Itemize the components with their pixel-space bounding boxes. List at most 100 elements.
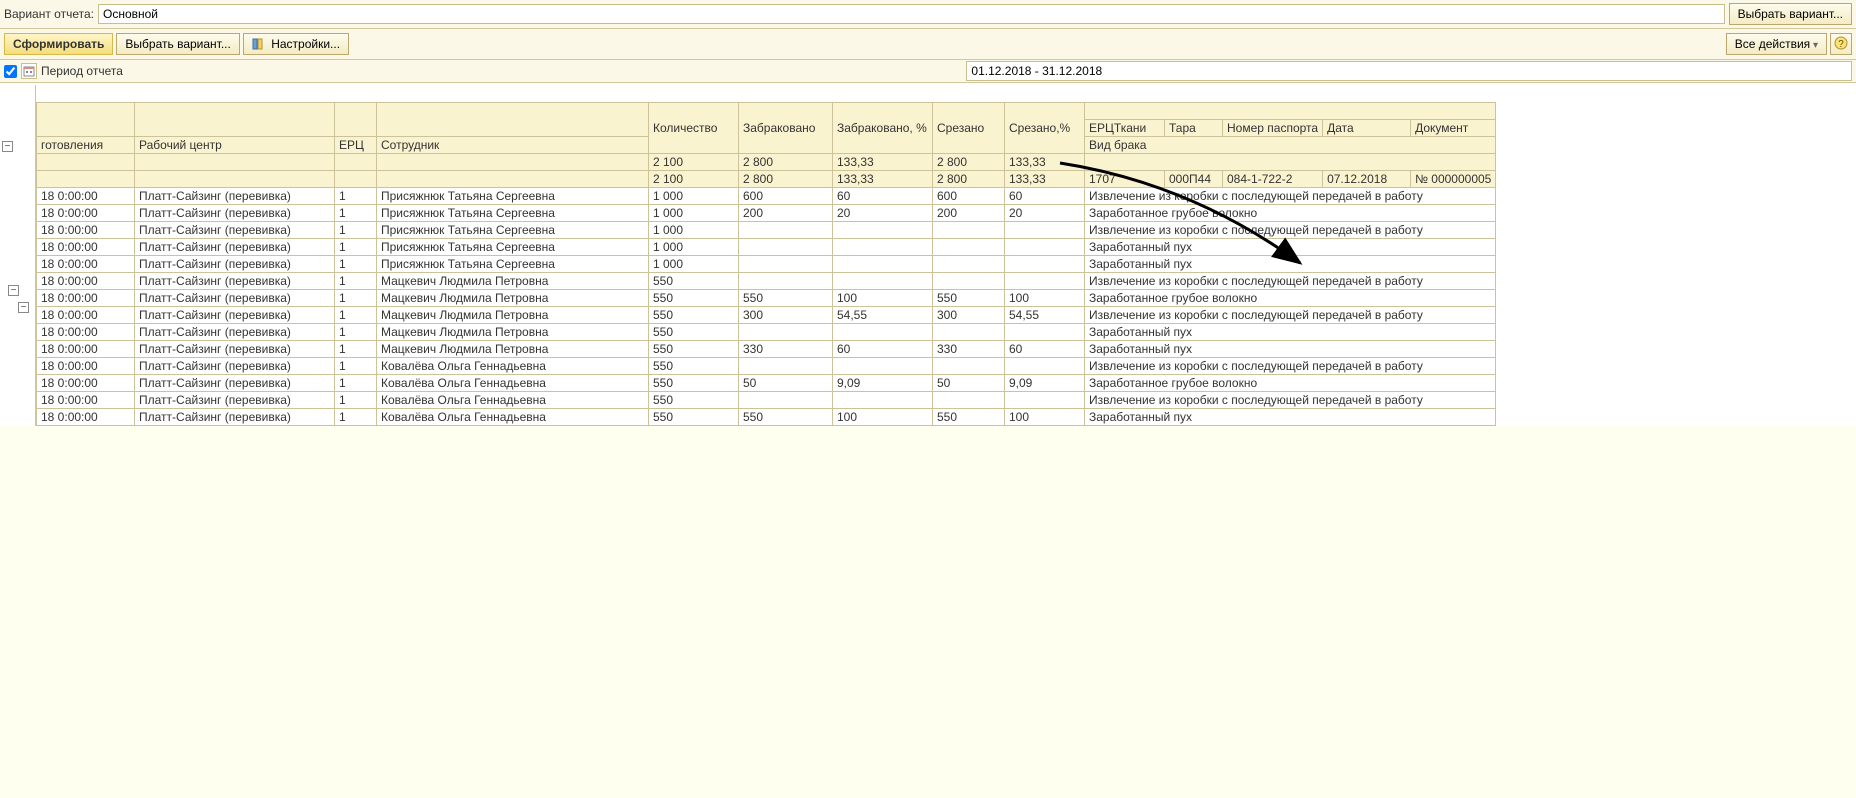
cell-rejp: [833, 255, 933, 272]
header-vid-braka: Вид брака: [1085, 136, 1496, 153]
total1-cut: 2 800: [933, 153, 1005, 170]
cell-rej: 50: [739, 374, 833, 391]
header-emp-blank: [377, 102, 649, 136]
table-row[interactable]: 18 0:00:00Платт-Сайзинг (перевивка)1Мацк…: [37, 289, 1496, 306]
cell-erc: 1: [335, 255, 377, 272]
period-input[interactable]: [966, 61, 1852, 81]
table-row[interactable]: 18 0:00:00Платт-Сайзинг (перевивка)1Мацк…: [37, 340, 1496, 357]
cell-erc: 1: [335, 289, 377, 306]
cell-qty: 550: [649, 306, 739, 323]
table-row[interactable]: 18 0:00:00Платт-Сайзинг (перевивка)1Прис…: [37, 221, 1496, 238]
cell-emp: Присяжнюк Татьяна Сергеевна: [377, 204, 649, 221]
table-row[interactable]: 18 0:00:00Платт-Сайзинг (перевивка)1Прис…: [37, 238, 1496, 255]
cell-erc: 1: [335, 323, 377, 340]
cell-center: Платт-Сайзинг (перевивка): [135, 340, 335, 357]
cell-rej: [739, 238, 833, 255]
cell-rejp: [833, 323, 933, 340]
report-table[interactable]: Количество Забраковано Забраковано, % Ср…: [36, 85, 1496, 426]
header-cut: Срезано: [933, 102, 1005, 153]
cell-defect-type: Извлечение из коробки с последующей пере…: [1085, 272, 1496, 289]
cell-qty: 550: [649, 272, 739, 289]
help-button[interactable]: ?: [1830, 33, 1852, 55]
total2-rejp: 133,33: [833, 170, 933, 187]
cell-rejp: [833, 357, 933, 374]
cell-rejp: 54,55: [833, 306, 933, 323]
table-row[interactable]: 18 0:00:00Платт-Сайзинг (перевивка)1Кова…: [37, 374, 1496, 391]
all-actions-button[interactable]: Все действия: [1726, 33, 1827, 55]
header-doc: Документ: [1411, 119, 1496, 136]
cell-cutp: 100: [1005, 408, 1085, 425]
settings-icon: [252, 37, 266, 51]
cell-defect-type: Заработанное грубое волокно: [1085, 204, 1496, 221]
cell-defect-type: Заработанный пух: [1085, 340, 1496, 357]
calendar-icon[interactable]: [21, 63, 37, 79]
cell-emp: Ковалёва Ольга Геннадьевна: [377, 391, 649, 408]
collapse-box-1[interactable]: −: [2, 141, 13, 152]
cell-rej: [739, 255, 833, 272]
cell-rej: 550: [739, 408, 833, 425]
header-cutp: Срезано,%: [1005, 102, 1085, 153]
collapse-box-3[interactable]: −: [18, 302, 29, 313]
total2-date: 07.12.2018: [1323, 170, 1411, 187]
total1-qty: 2 100: [649, 153, 739, 170]
cell-erc: 1: [335, 187, 377, 204]
cell-emp: Мацкевич Людмила Петровна: [377, 323, 649, 340]
table-row[interactable]: 18 0:00:00Платт-Сайзинг (перевивка)1Мацк…: [37, 323, 1496, 340]
variant-input[interactable]: [98, 4, 1725, 24]
cell-cutp: 54,55: [1005, 306, 1085, 323]
cell-cutp: 60: [1005, 187, 1085, 204]
cell-date: 18 0:00:00: [37, 391, 135, 408]
cell-rej: 300: [739, 306, 833, 323]
cell-cut: [933, 323, 1005, 340]
cell-emp: Мацкевич Людмила Петровна: [377, 272, 649, 289]
cell-qty: 550: [649, 374, 739, 391]
variant-bar: Вариант отчета: Выбрать вариант...: [0, 0, 1856, 29]
form-button[interactable]: Сформировать: [4, 33, 113, 55]
cell-qty: 550: [649, 323, 739, 340]
cell-center: Платт-Сайзинг (перевивка): [135, 221, 335, 238]
cell-emp: Присяжнюк Татьяна Сергеевна: [377, 187, 649, 204]
cell-defect-type: Заработанный пух: [1085, 255, 1496, 272]
cell-cutp: [1005, 323, 1085, 340]
cell-cut: 550: [933, 289, 1005, 306]
table-row[interactable]: 18 0:00:00Платт-Сайзинг (перевивка)1Прис…: [37, 255, 1496, 272]
table-row[interactable]: 18 0:00:00Платт-Сайзинг (перевивка)1Кова…: [37, 408, 1496, 425]
variant-label: Вариант отчета:: [4, 7, 94, 21]
total-row-2[interactable]: 2 100 2 800 133,33 2 800 133,33 1707 000…: [37, 170, 1496, 187]
cell-defect-type: Заработанное грубое волокно: [1085, 374, 1496, 391]
cell-cutp: [1005, 221, 1085, 238]
table-row[interactable]: 18 0:00:00Платт-Сайзинг (перевивка)1Прис…: [37, 204, 1496, 221]
cell-rejp: 100: [833, 289, 933, 306]
table-row[interactable]: 18 0:00:00Платт-Сайзинг (перевивка)1Кова…: [37, 391, 1496, 408]
table-row[interactable]: 18 0:00:00Платт-Сайзинг (перевивка)1Кова…: [37, 357, 1496, 374]
choose-variant-button[interactable]: Выбрать вариант...: [116, 33, 239, 55]
cell-rej: 200: [739, 204, 833, 221]
period-checkbox[interactable]: [4, 65, 17, 78]
table-row[interactable]: 18 0:00:00Платт-Сайзинг (перевивка)1Прис…: [37, 187, 1496, 204]
cell-rejp: [833, 221, 933, 238]
cell-defect-type: Заработанное грубое волокно: [1085, 289, 1496, 306]
cell-cutp: [1005, 391, 1085, 408]
total1-rejp: 133,33: [833, 153, 933, 170]
cell-erc: 1: [335, 340, 377, 357]
cell-defect-type: Заработанный пух: [1085, 408, 1496, 425]
total2-erct: 1707: [1085, 170, 1165, 187]
cell-qty: 550: [649, 340, 739, 357]
table-row[interactable]: 18 0:00:00Платт-Сайзинг (перевивка)1Мацк…: [37, 306, 1496, 323]
total-row-1[interactable]: 2 100 2 800 133,33 2 800 133,33: [37, 153, 1496, 170]
total1-cutp: 133,33: [1005, 153, 1085, 170]
settings-button[interactable]: Настройки...: [243, 33, 349, 55]
header-top-blank: [1085, 102, 1496, 119]
collapse-box-2[interactable]: −: [8, 285, 19, 296]
cell-cut: 330: [933, 340, 1005, 357]
choose-variant-top-button[interactable]: Выбрать вариант...: [1729, 3, 1852, 25]
cell-center: Платт-Сайзинг (перевивка): [135, 289, 335, 306]
cell-cutp: [1005, 272, 1085, 289]
cell-defect-type: Извлечение из коробки с последующей пере…: [1085, 391, 1496, 408]
cell-rejp: 9,09: [833, 374, 933, 391]
cell-qty: 550: [649, 408, 739, 425]
cell-emp: Присяжнюк Татьяна Сергеевна: [377, 238, 649, 255]
cell-erc: 1: [335, 238, 377, 255]
cell-rej: [739, 272, 833, 289]
table-row[interactable]: 18 0:00:00Платт-Сайзинг (перевивка)1Мацк…: [37, 272, 1496, 289]
